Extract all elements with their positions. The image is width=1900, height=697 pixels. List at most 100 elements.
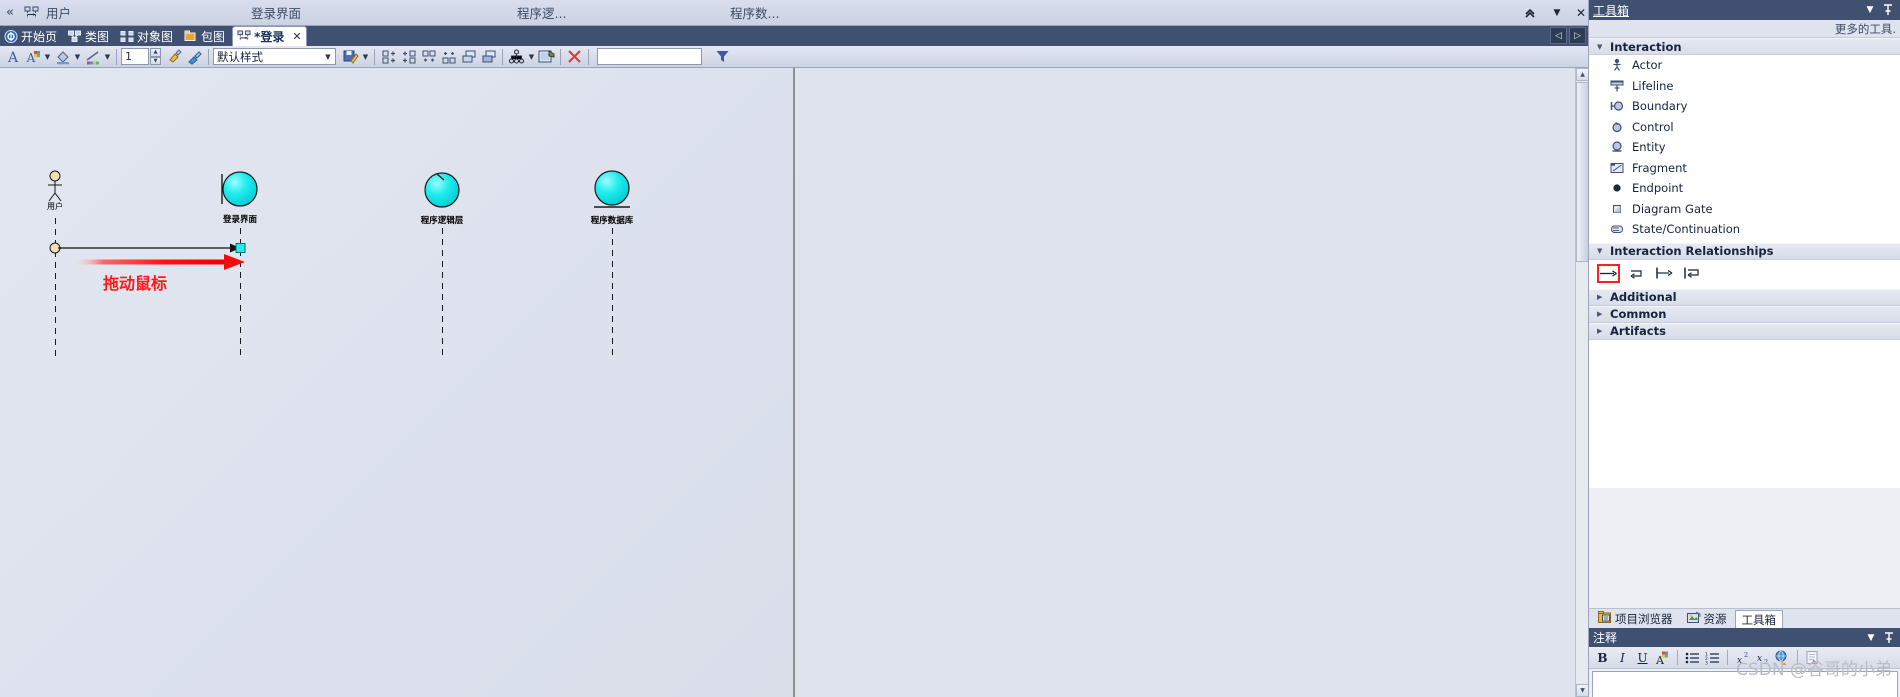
toolbox-item-state-continuation[interactable]: State/Continuation (1589, 219, 1900, 240)
filter-icon[interactable] (713, 47, 732, 66)
search-input[interactable] (597, 48, 702, 65)
tab-object-diagram[interactable]: 对象图 (116, 26, 180, 46)
lifeline-label-boundary: 登录界面 (222, 215, 257, 225)
format-painter-button[interactable] (165, 47, 184, 66)
tab-label: 对象图 (137, 29, 174, 44)
font-style-button[interactable]: A (23, 47, 42, 66)
style-combo[interactable]: 默认样式 ▼ (213, 48, 336, 65)
breadcrumb-item-3[interactable]: 程序数... (730, 3, 779, 22)
tab-start-page[interactable]: 开始页 (0, 26, 64, 46)
same-height-button[interactable] (479, 47, 498, 66)
numbered-list-button[interactable]: 1 2 3 (1703, 648, 1722, 667)
chevron-down-icon[interactable]: ▼ (1863, 630, 1879, 646)
line-width-input[interactable]: 1 (121, 48, 149, 65)
sequence-diagram-canvas[interactable]: 用户 登录界面 程序逻辑层 程序数据库 拖动鼠标 (0, 68, 795, 697)
font-color-button[interactable]: A (3, 47, 22, 66)
italic-button[interactable]: I (1613, 648, 1632, 667)
tab-class-diagram[interactable]: 类图 (64, 26, 116, 46)
insert-image-button[interactable] (537, 47, 556, 66)
breadcrumb-item-2[interactable]: 程序逻... (517, 3, 566, 22)
package-diagram-icon (184, 30, 198, 43)
toolbox-item-label: Diagram Gate (1632, 201, 1713, 216)
toolbox-item-actor[interactable]: Actor (1589, 55, 1900, 76)
line-color-dropdown-arrow[interactable]: ▼ (103, 47, 112, 66)
toolbox-item-lifeline[interactable]: Lifeline (1589, 75, 1900, 96)
breadcrumb-item-0[interactable]: 用户 (46, 3, 71, 22)
toolbar-separator (502, 48, 503, 65)
close-icon[interactable]: ✕ (292, 30, 301, 43)
self-message-relationship-button[interactable] (1625, 264, 1648, 283)
toolbox-item-label: Boundary (1632, 99, 1688, 114)
tab-prev-button[interactable]: ◁ (1550, 27, 1567, 44)
notes-panel: 注释 ▼ B I U A 1 2 3 x 2 x 2 (1589, 628, 1900, 697)
chevron-right-icon: ▶ (1597, 310, 1603, 318)
message-arrow (49, 242, 246, 254)
toolbox-item-entity[interactable]: Entity (1589, 137, 1900, 158)
gate-message-relationship-button[interactable] (1653, 264, 1676, 283)
toolbox-group-additional[interactable]: ▶ Additional (1589, 288, 1900, 306)
delete-button[interactable] (565, 47, 584, 66)
tab-project-browser[interactable]: 项目浏览器 (1592, 610, 1679, 628)
eyedropper-button[interactable] (185, 47, 204, 66)
superscript-button[interactable]: x 2 (1733, 648, 1752, 667)
underline-button[interactable]: U (1633, 648, 1652, 667)
chevron-down-icon[interactable]: ▼ (1548, 4, 1566, 22)
bullet-list-button[interactable] (1683, 648, 1702, 667)
save-style-button[interactable] (341, 47, 360, 66)
notes-text-area[interactable] (1592, 671, 1898, 697)
text-color-button[interactable]: A (1653, 648, 1672, 667)
canvas-vertical-scrollbar[interactable]: ▲ ▼ (1575, 68, 1589, 697)
hyperlink-button[interactable] (1773, 648, 1792, 667)
save-style-dropdown-arrow[interactable]: ▼ (361, 47, 370, 66)
diagram-svg (48, 170, 630, 356)
toolbox-group-interaction-relationships[interactable]: ▼ Interaction Relationships (1589, 242, 1900, 260)
toolbox-item-fragment[interactable]: Fragment (1589, 157, 1900, 178)
align-top-button[interactable] (419, 47, 438, 66)
auto-layout-dropdown-arrow[interactable]: ▼ (527, 47, 536, 66)
stepper-down[interactable]: ▼ (150, 56, 161, 65)
font-style-dropdown-arrow[interactable]: ▼ (43, 47, 52, 66)
tab-package-diagram[interactable]: 包图 (180, 26, 232, 46)
toolbox-item-boundary[interactable]: Boundary (1589, 96, 1900, 117)
toolbox-item-label: Endpoint (1632, 181, 1684, 196)
collapse-icon[interactable] (1521, 4, 1539, 22)
toolbox-group-interaction[interactable]: ▼ Interaction (1589, 38, 1900, 55)
tab-toolbox[interactable]: 工具箱 (1734, 610, 1783, 628)
chevron-down-icon: ▼ (1597, 42, 1603, 51)
line-width-stepper[interactable]: ▲ ▼ (150, 48, 161, 65)
tab-next-button[interactable]: ▷ (1569, 27, 1586, 44)
control-icon (1609, 119, 1624, 134)
same-width-button[interactable] (459, 47, 478, 66)
auto-layout-button[interactable] (507, 47, 526, 66)
align-right-button[interactable] (399, 47, 418, 66)
chevron-down-icon[interactable]: ▼ (321, 49, 335, 64)
align-bottom-button[interactable] (439, 47, 458, 66)
gate-self-message-relationship-button[interactable] (1681, 264, 1704, 283)
toolbox-group-common[interactable]: ▶ Common (1589, 305, 1900, 323)
toolbox-item-control[interactable]: Control (1589, 116, 1900, 137)
pin-icon[interactable] (1880, 2, 1896, 18)
pin-icon[interactable] (1881, 630, 1897, 646)
fill-color-dropdown-arrow[interactable]: ▼ (73, 47, 82, 66)
toolbox-item-diagram-gate[interactable]: Diagram Gate (1589, 198, 1900, 219)
bold-button[interactable]: B (1593, 648, 1612, 667)
actor-icon (1609, 58, 1624, 73)
tab-sequence-diagram-login[interactable]: *登录 ✕ (232, 26, 307, 46)
align-left-button[interactable] (379, 47, 398, 66)
chevron-down-icon[interactable]: ▼ (1862, 2, 1878, 18)
subscript-button[interactable]: x 2 (1753, 648, 1772, 667)
boundary-icon (1609, 99, 1624, 114)
breadcrumb-back-icon[interactable]: « (0, 5, 20, 20)
fill-color-button[interactable] (53, 47, 72, 66)
toolbox-item-endpoint[interactable]: Endpoint (1589, 178, 1900, 199)
more-tools-link[interactable]: 更多的工具. (1589, 20, 1900, 38)
document-button[interactable] (1803, 648, 1822, 667)
tab-resources[interactable]: 资源 (1681, 610, 1733, 628)
project-browser-icon (1598, 611, 1612, 627)
message-relationship-button[interactable] (1597, 263, 1620, 283)
toolbox-item-label: Entity (1632, 140, 1666, 155)
breadcrumb-item-1[interactable]: 登录界面 (251, 3, 301, 22)
line-color-button[interactable] (83, 47, 102, 66)
toolbox-group-artifacts[interactable]: ▶ Artifacts (1589, 322, 1900, 340)
stepper-up[interactable]: ▲ (150, 48, 161, 57)
